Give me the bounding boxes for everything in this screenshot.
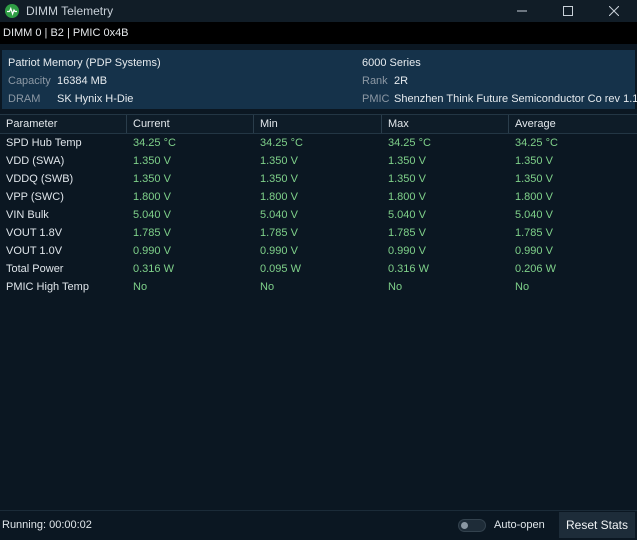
cell-average: 1.350 V (515, 173, 553, 185)
cell-current: 34.25 °C (133, 137, 176, 149)
cell-max: No (388, 281, 403, 293)
cell-parameter: Total Power (6, 263, 64, 275)
column-header-parameter[interactable]: Parameter (0, 115, 127, 133)
cell-average: 1.800 V (515, 191, 553, 203)
dram-value: SK Hynix H-Die (57, 93, 134, 105)
table-body: SPD Hub Temp 34.25 °C 34.25 °C 34.25 °C 34.2… (0, 134, 637, 296)
rank-value: 2R (394, 75, 409, 87)
cell-min: 5.040 V (260, 209, 298, 221)
cell-max: 1.785 V (388, 227, 426, 239)
column-header-min[interactable]: Min (254, 115, 382, 133)
table-row[interactable]: VOUT 1.0V 0.990 V 0.990 V 0.990 V 0.990 V (0, 242, 637, 260)
pulse-icon (5, 4, 19, 18)
cell-average: 1.350 V (515, 155, 553, 167)
dimm-selector-bar: DIMM 0 | B2 | PMIC 0x4B (0, 22, 637, 44)
cell-current: 1.785 V (133, 227, 171, 239)
cell-current: No (133, 281, 148, 293)
rank-label: Rank (362, 75, 388, 87)
column-header-max[interactable]: Max (382, 115, 509, 133)
cell-max: 1.800 V (388, 191, 426, 203)
cell-max: 0.990 V (388, 245, 426, 257)
cell-parameter: VPP (SWC) (6, 191, 64, 203)
column-header-average[interactable]: Average (509, 115, 637, 133)
module-series: 6000 Series (362, 57, 421, 69)
close-button[interactable] (591, 0, 637, 22)
cell-average: No (515, 281, 530, 293)
cell-average: 5.040 V (515, 209, 553, 221)
close-icon (609, 6, 619, 16)
cell-parameter: VDD (SWA) (6, 155, 65, 167)
reset-stats-button[interactable]: Reset Stats (559, 512, 635, 538)
cell-max: 34.25 °C (388, 137, 431, 149)
table-row[interactable]: VDD (SWA) 1.350 V 1.350 V 1.350 V 1.350 V (0, 152, 637, 170)
cell-parameter: VOUT 1.8V (6, 227, 63, 239)
cell-current: 1.350 V (133, 155, 171, 167)
cell-max: 0.316 W (388, 263, 429, 275)
module-name: Patriot Memory (PDP Systems) (8, 57, 161, 69)
cell-parameter: SPD Hub Temp (6, 137, 82, 149)
cell-max: 1.350 V (388, 173, 426, 185)
telemetry-table: Parameter Current Min Max Average SPD Hu… (0, 114, 637, 296)
pmic-label: PMIC (362, 93, 390, 105)
title-bar: DIMM Telemetry (0, 0, 637, 22)
status-bar: Running: 00:00:02 Auto-open Reset Stats (0, 510, 637, 540)
table-row[interactable]: VIN Bulk 5.040 V 5.040 V 5.040 V 5.040 V (0, 206, 637, 224)
table-row[interactable]: VDDQ (SWB) 1.350 V 1.350 V 1.350 V 1.350 V (0, 170, 637, 188)
auto-open-toggle[interactable] (458, 519, 486, 532)
cell-min: 1.350 V (260, 155, 298, 167)
dram-label: DRAM (8, 93, 41, 105)
cell-average: 1.785 V (515, 227, 553, 239)
cell-min: 1.800 V (260, 191, 298, 203)
capacity-value: 16384 MB (57, 75, 108, 87)
table-header: Parameter Current Min Max Average (0, 114, 637, 134)
cell-average: 34.25 °C (515, 137, 558, 149)
cell-parameter: VDDQ (SWB) (6, 173, 74, 185)
cell-parameter: PMIC High Temp (6, 281, 89, 293)
cell-parameter: VOUT 1.0V (6, 245, 63, 257)
cell-current: 0.990 V (133, 245, 171, 257)
cell-current: 0.316 W (133, 263, 174, 275)
cell-max: 1.350 V (388, 155, 426, 167)
capacity-label: Capacity (8, 75, 51, 87)
table-row[interactable]: Total Power 0.316 W 0.095 W 0.316 W 0.206 W (0, 260, 637, 278)
dimm-id-label: DIMM 0 | B2 | PMIC 0x4B (3, 27, 129, 39)
maximize-button[interactable] (545, 0, 591, 22)
cell-min: 0.095 W (260, 263, 301, 275)
table-row[interactable]: PMIC High Temp No No No No (0, 278, 637, 296)
column-header-current[interactable]: Current (127, 115, 254, 133)
cell-average: 0.206 W (515, 263, 556, 275)
window-title: DIMM Telemetry (26, 4, 114, 18)
cell-min: 34.25 °C (260, 137, 303, 149)
cell-min: 0.990 V (260, 245, 298, 257)
cell-current: 1.800 V (133, 191, 171, 203)
cell-min: 1.785 V (260, 227, 298, 239)
pmic-value: Shenzhen Think Future Semiconductor Co r… (394, 93, 637, 105)
maximize-icon (563, 6, 573, 16)
cell-min: No (260, 281, 275, 293)
table-row[interactable]: VPP (SWC) 1.800 V 1.800 V 1.800 V 1.800 V (0, 188, 637, 206)
cell-current: 1.350 V (133, 173, 171, 185)
table-row[interactable]: VOUT 1.8V 1.785 V 1.785 V 1.785 V 1.785 V (0, 224, 637, 242)
toggle-knob (461, 522, 468, 529)
running-timer: Running: 00:00:02 (2, 519, 92, 531)
minimize-icon (517, 10, 527, 12)
cell-parameter: VIN Bulk (6, 209, 49, 221)
cell-min: 1.350 V (260, 173, 298, 185)
minimize-button[interactable] (499, 0, 545, 22)
auto-open-label: Auto-open (494, 519, 545, 531)
cell-current: 5.040 V (133, 209, 171, 221)
cell-max: 5.040 V (388, 209, 426, 221)
cell-average: 0.990 V (515, 245, 553, 257)
module-info-panel: Patriot Memory (PDP Systems) 6000 Series… (2, 50, 637, 109)
table-row[interactable]: SPD Hub Temp 34.25 °C 34.25 °C 34.25 °C 34.2… (0, 134, 637, 152)
